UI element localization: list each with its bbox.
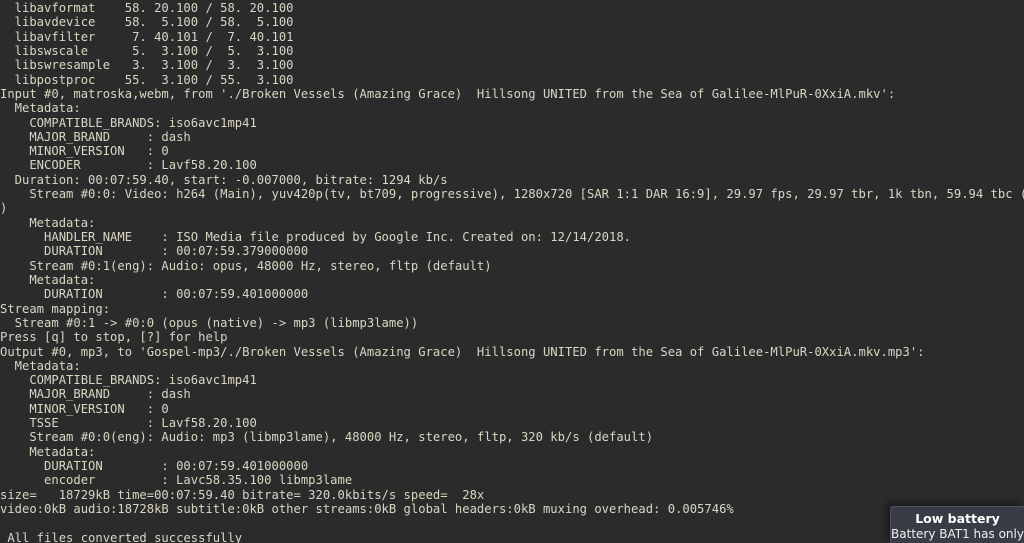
terminal-line: Stream mapping: [0, 301, 111, 316]
terminal-line: DURATION : 00:07:59.379000000 [0, 244, 309, 259]
terminal-line: Duration: 00:07:59.40, start: -0.007000,… [0, 172, 448, 187]
terminal-output[interactable]: libavformat 58. 20.100 / 58. 20.100 liba… [0, 0, 1024, 543]
terminal-line: Input #0, matroska,webm, from './Broken … [0, 86, 896, 101]
terminal-line: Metadata: [0, 215, 96, 230]
terminal-line: video:0kB audio:18728kB subtitle:0kB oth… [0, 501, 734, 516]
terminal-line: MINOR_VERSION : 0 [0, 401, 169, 416]
terminal-line: TSSE : Lavf58.20.100 [0, 416, 257, 431]
terminal-line: Stream #0:0: Video: h264 (Main), yuv420p… [0, 187, 1024, 202]
terminal-line: Press [q] to stop, [?] for help [0, 330, 228, 345]
terminal-line: ENCODER : Lavf58.20.100 [0, 158, 257, 173]
terminal-line: Metadata: [0, 272, 96, 287]
notification-title: Low battery [915, 511, 1000, 526]
notification-body: Battery BAT1 has only [891, 527, 1024, 541]
terminal-line: libswscale 5. 3.100 / 5. 3.100 [0, 43, 294, 58]
terminal-line: libavfilter 7. 40.101 / 7. 40.101 [0, 29, 294, 44]
terminal-line: MAJOR_BRAND : dash [0, 387, 191, 402]
terminal-line: Stream #0:1(eng): Audio: opus, 48000 Hz,… [0, 258, 492, 273]
terminal-line: libavformat 58. 20.100 / 58. 20.100 [0, 1, 294, 15]
terminal-line: DURATION : 00:07:59.401000000 [0, 287, 309, 302]
terminal-line: HANDLER_NAME : ISO Media file produced b… [0, 230, 632, 244]
low-battery-notification[interactable]: Low battery Battery BAT1 has only [890, 506, 1024, 543]
terminal-line: Output #0, mp3, to 'Gospel-mp3/./Broken … [0, 344, 925, 359]
terminal-line: libpostproc 55. 3.100 / 55. 3.100 [0, 72, 294, 87]
terminal-line: Metadata: [0, 101, 81, 116]
terminal-line: ) [0, 201, 8, 216]
terminal-line: MAJOR_BRAND : dash [0, 129, 191, 144]
terminal-line: encoder : Lavc58.35.100 libmp3lame [0, 473, 353, 488]
terminal-line: MINOR_VERSION : 0 [0, 144, 169, 159]
terminal-line: All files converted successfully [0, 530, 243, 543]
terminal-line: Metadata: [0, 444, 96, 459]
terminal-line: Metadata: [0, 358, 81, 373]
terminal-line: libavdevice 58. 5.100 / 58. 5.100 [0, 15, 294, 30]
terminal-line: Stream #0:1 -> #0:0 (opus (native) -> mp… [0, 315, 419, 330]
terminal-line: size= 18729kB time=00:07:59.40 bitrate= … [0, 487, 485, 502]
terminal-line: COMPATIBLE_BRANDS: iso6avc1mp41 [0, 373, 257, 388]
terminal-line: COMPATIBLE_BRANDS: iso6avc1mp41 [0, 115, 257, 130]
terminal-line: Stream #0:0(eng): Audio: mp3 (libmp3lame… [0, 430, 654, 445]
terminal-line: DURATION : 00:07:59.401000000 [0, 459, 309, 473]
terminal-line: libswresample 3. 3.100 / 3. 3.100 [0, 58, 294, 73]
